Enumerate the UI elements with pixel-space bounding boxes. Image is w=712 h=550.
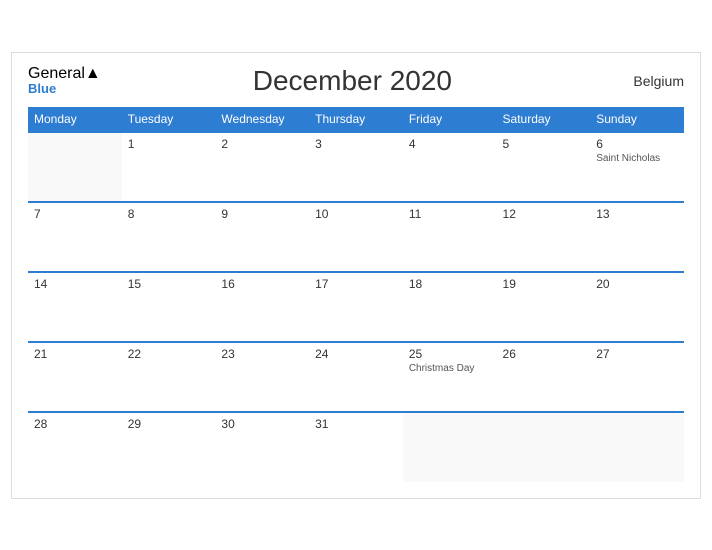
week-row-2: 789 10 11 12 13	[28, 202, 684, 272]
day-number: 6	[596, 137, 678, 151]
logo: General▲ Blue	[28, 65, 101, 97]
calendar-cell: 4	[403, 132, 497, 202]
calendar-cell: 30	[215, 412, 309, 482]
day-event: Saint Nicholas	[596, 153, 678, 164]
day-number: 16	[221, 277, 303, 291]
calendar-cell	[590, 412, 684, 482]
day-number: 5	[503, 137, 585, 151]
day-number: 8	[128, 207, 210, 221]
day-number: 27	[596, 347, 678, 361]
calendar-cell: 31	[309, 412, 403, 482]
weekday-header-friday: Friday	[403, 107, 497, 132]
calendar-cell: 28	[28, 412, 122, 482]
calendar-title: December 2020	[101, 65, 604, 97]
calendar-cell: 18	[403, 272, 497, 342]
calendar-cell	[497, 412, 591, 482]
day-number: 19	[503, 277, 585, 291]
day-number: 9	[221, 207, 303, 221]
week-row-1: 123456 Saint Nicholas	[28, 132, 684, 202]
day-number: 24	[315, 347, 397, 361]
calendar-cell: 13	[590, 202, 684, 272]
day-number: 10	[315, 207, 397, 221]
week-row-5: 28 29 30 31	[28, 412, 684, 482]
day-number: 2	[221, 137, 303, 151]
calendar-cell: 21	[28, 342, 122, 412]
weekday-header-sunday: Sunday	[590, 107, 684, 132]
calendar-cell	[28, 132, 122, 202]
calendar-cell: 7	[28, 202, 122, 272]
logo-blue: Blue	[28, 82, 101, 96]
calendar-cell: 17	[309, 272, 403, 342]
day-number: 20	[596, 277, 678, 291]
day-number: 3	[315, 137, 397, 151]
calendar-cell: 26	[497, 342, 591, 412]
calendar-cell: 25 Christmas Day	[403, 342, 497, 412]
calendar-cell: 23	[215, 342, 309, 412]
weekday-header-row: MondayTuesdayWednesdayThursdayFridaySatu…	[28, 107, 684, 132]
day-number: 7	[34, 207, 116, 221]
day-number: 23	[221, 347, 303, 361]
calendar-cell: 20	[590, 272, 684, 342]
calendar-cell: 24	[309, 342, 403, 412]
day-number: 14	[34, 277, 116, 291]
day-number: 25	[409, 347, 491, 361]
day-number: 26	[503, 347, 585, 361]
day-number: 11	[409, 207, 491, 221]
day-number: 31	[315, 417, 397, 431]
weekday-header-tuesday: Tuesday	[122, 107, 216, 132]
day-number: 12	[503, 207, 585, 221]
day-number: 18	[409, 277, 491, 291]
calendar-cell: 27	[590, 342, 684, 412]
calendar-cell: 15	[122, 272, 216, 342]
calendar-cell: 8	[122, 202, 216, 272]
calendar-cell: 9	[215, 202, 309, 272]
day-event: Christmas Day	[409, 363, 491, 374]
calendar-country: Belgium	[604, 73, 684, 89]
day-number: 1	[128, 137, 210, 151]
day-number: 22	[128, 347, 210, 361]
calendar-cell: 5	[497, 132, 591, 202]
weekday-header-monday: Monday	[28, 107, 122, 132]
calendar-cell: 11	[403, 202, 497, 272]
calendar-cell: 2	[215, 132, 309, 202]
weekday-header-thursday: Thursday	[309, 107, 403, 132]
day-number: 21	[34, 347, 116, 361]
calendar-cell: 3	[309, 132, 403, 202]
week-row-4: 21 22 23 24 25 Christmas Day 26 27	[28, 342, 684, 412]
day-number: 4	[409, 137, 491, 151]
weekday-header-saturday: Saturday	[497, 107, 591, 132]
calendar-cell: 12	[497, 202, 591, 272]
logo-general: General▲	[28, 65, 101, 83]
day-number: 30	[221, 417, 303, 431]
calendar-header: General▲ Blue December 2020 Belgium	[28, 65, 684, 97]
calendar-cell: 29	[122, 412, 216, 482]
calendar-cell	[403, 412, 497, 482]
calendar-cell: 14	[28, 272, 122, 342]
calendar-cell: 10	[309, 202, 403, 272]
calendar-cell: 22	[122, 342, 216, 412]
calendar-cell: 16	[215, 272, 309, 342]
calendar-container: General▲ Blue December 2020 Belgium Mond…	[11, 52, 701, 499]
day-number: 17	[315, 277, 397, 291]
calendar-cell: 1	[122, 132, 216, 202]
calendar-grid: MondayTuesdayWednesdayThursdayFridaySatu…	[28, 107, 684, 482]
week-row-3: 14 15 16 17 18 19 20	[28, 272, 684, 342]
day-number: 13	[596, 207, 678, 221]
calendar-cell: 19	[497, 272, 591, 342]
weekday-header-wednesday: Wednesday	[215, 107, 309, 132]
day-number: 29	[128, 417, 210, 431]
day-number: 15	[128, 277, 210, 291]
calendar-cell: 6 Saint Nicholas	[590, 132, 684, 202]
day-number: 28	[34, 417, 116, 431]
